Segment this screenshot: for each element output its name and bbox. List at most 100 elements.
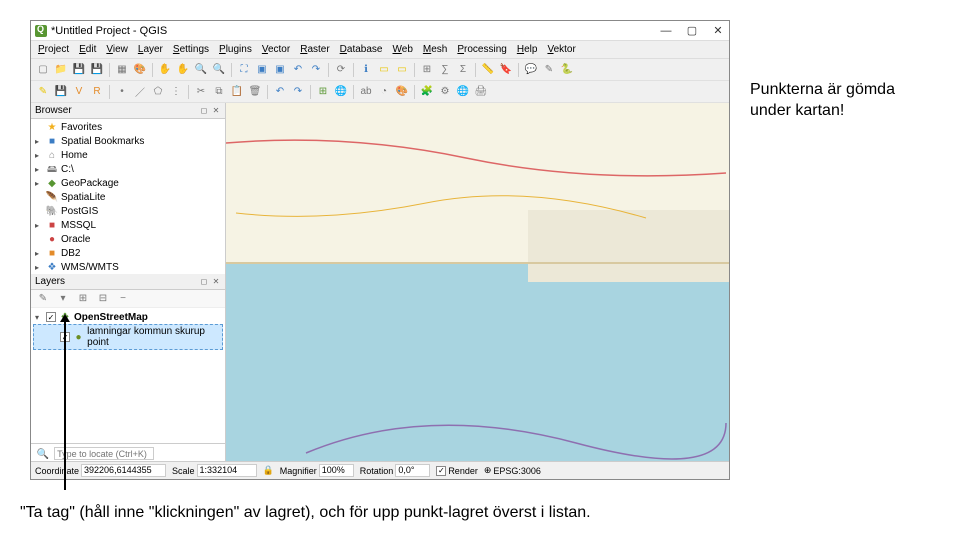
add-line-icon[interactable]: ／ [132,84,148,100]
paste-icon[interactable]: 📋 [229,84,245,100]
zoom-sel-icon[interactable]: ▣ [254,62,270,78]
style-manager-icon[interactable]: 🎨 [132,62,148,78]
window-restore-button[interactable]: ▢ [685,24,699,38]
saveas-project-icon[interactable]: 💾 [89,62,105,78]
menu-processing[interactable]: Processing [452,42,511,57]
decoration-icon[interactable]: ✎ [541,62,557,78]
bookmark-icon[interactable]: 🔖 [498,62,514,78]
vertex-tool-icon[interactable]: ⋮ [168,84,184,100]
zoom-full-icon[interactable]: ⛶ [236,62,252,78]
label-icon[interactable]: ab [358,84,374,100]
layer-collapse-icon[interactable]: ⊟ [95,291,111,307]
layer-visibility-checkbox[interactable]: ✓ [46,312,56,322]
select-icon[interactable]: ▭ [376,62,392,78]
plugin-icon[interactable]: 🧩 [419,84,435,100]
zoom-layer-icon[interactable]: ▣ [272,62,288,78]
identify-icon[interactable]: ℹ [358,62,374,78]
browser-item-mssql[interactable]: ▸■MSSQL [33,219,223,233]
rotation-value[interactable]: 0,0° [395,464,430,477]
layer-remove-icon[interactable]: − [115,291,131,307]
menu-view[interactable]: View [101,42,133,57]
render-checkbox[interactable]: ✓ [436,466,446,476]
window-close-button[interactable]: ✕ [711,24,725,38]
add-polygon-icon[interactable]: ⬠ [150,84,166,100]
lock-icon[interactable]: 🔒 [263,465,274,476]
add-point-icon[interactable]: • [114,84,130,100]
add-vector-icon[interactable]: V [71,84,87,100]
layer-filter-icon[interactable]: ▾ [55,291,71,307]
menu-layer[interactable]: Layer [133,42,168,57]
window-minimize-button[interactable]: — [659,24,673,38]
zoom-out-icon[interactable]: 🔍 [211,62,227,78]
browser-item-geopackage[interactable]: ▸◆GeoPackage [33,177,223,191]
status-crs[interactable]: ⊕ EPSG:3006 [484,465,541,476]
coordinate-value[interactable]: 392206,6144355 [81,464,166,477]
menu-settings[interactable]: Settings [168,42,214,57]
panel-close-icon[interactable]: ✕ [211,277,221,287]
zoom-last-icon[interactable]: ↶ [290,62,306,78]
layer-style-icon[interactable]: ✎ [35,291,51,307]
menu-help[interactable]: Help [512,42,543,57]
pan-icon[interactable]: ✋ [157,62,173,78]
browser-item-postgis[interactable]: 🐘PostGIS [33,205,223,219]
browser-item-favorites[interactable]: ★Favorites [33,121,223,135]
stats-icon[interactable]: Σ [455,62,471,78]
browser-item-db2[interactable]: ▸■DB2 [33,247,223,261]
refresh-icon[interactable]: ⟳ [333,62,349,78]
print-icon[interactable]: 🖨 [473,84,489,100]
browser-item-drive-c[interactable]: ▸🖴C:\ [33,163,223,177]
menu-web[interactable]: Web [388,42,418,57]
open-project-icon[interactable]: 📁 [53,62,69,78]
delete-icon[interactable]: 🗑 [247,84,263,100]
locator-input[interactable] [54,447,154,460]
menu-vektor[interactable]: Vektor [542,42,580,57]
save-edits-icon[interactable]: 💾 [53,84,69,100]
layer-item-lamningar-point[interactable]: ✓ ● lamningar kommun skurup point [33,324,223,350]
cut-icon[interactable]: ✂ [193,84,209,100]
magnifier-value[interactable]: 100% [319,464,354,477]
scale-value[interactable]: 1:332104 [197,464,257,477]
edit-toggle-icon[interactable]: ✎ [35,84,51,100]
save-project-icon[interactable]: 💾 [71,62,87,78]
layer-expand-icon[interactable]: ⊞ [75,291,91,307]
python-icon[interactable]: 🐍 [559,62,575,78]
zoom-in-icon[interactable]: 🔍 [193,62,209,78]
browser-item-wms[interactable]: ▸❖WMS/WMTS [33,261,223,274]
browser-item-spatialite[interactable]: 🪶SpatiaLite [33,191,223,205]
pan-to-sel-icon[interactable]: ✋ [175,62,191,78]
map-canvas[interactable] [226,103,729,461]
browser-item-oracle[interactable]: ●Oracle [33,233,223,247]
processing-icon[interactable]: ⚙ [437,84,453,100]
data-manager-icon[interactable]: ⊞ [315,84,331,100]
field-calc-icon[interactable]: ∑ [437,62,453,78]
new-project-icon[interactable]: ▢ [35,62,51,78]
add-raster-icon[interactable]: R [89,84,105,100]
table-icon[interactable]: ⊞ [419,62,435,78]
globe-icon[interactable]: 🌐 [455,84,471,100]
layout-manager-icon[interactable]: ▦ [114,62,130,78]
menu-mesh[interactable]: Mesh [418,42,452,57]
redo-icon[interactable]: ↷ [290,84,306,100]
measure-icon[interactable]: 📏 [480,62,496,78]
menu-raster[interactable]: Raster [295,42,334,57]
menu-edit[interactable]: Edit [74,42,101,57]
osm-icon[interactable]: 🌐 [333,84,349,100]
status-render[interactable]: ✓ Render [436,466,478,476]
spatialite-icon: 🪶 [46,192,58,204]
menu-database[interactable]: Database [335,42,388,57]
panel-float-icon[interactable]: ◻ [199,277,209,287]
zoom-next-icon[interactable]: ↷ [308,62,324,78]
browser-item-bookmarks[interactable]: ▸■Spatial Bookmarks [33,135,223,149]
panel-float-icon[interactable]: ◻ [199,106,209,116]
diagram-icon[interactable]: ◔ [376,84,392,100]
menu-plugins[interactable]: Plugins [214,42,257,57]
deselect-icon[interactable]: ▭ [394,62,410,78]
style-icon[interactable]: 🎨 [394,84,410,100]
undo-icon[interactable]: ↶ [272,84,288,100]
menu-vector[interactable]: Vector [257,42,295,57]
browser-item-home[interactable]: ▸⌂Home [33,149,223,163]
annotation-icon[interactable]: 💬 [523,62,539,78]
panel-close-icon[interactable]: ✕ [211,106,221,116]
menu-project[interactable]: Project [33,42,74,57]
copy-icon[interactable]: ⧉ [211,84,227,100]
